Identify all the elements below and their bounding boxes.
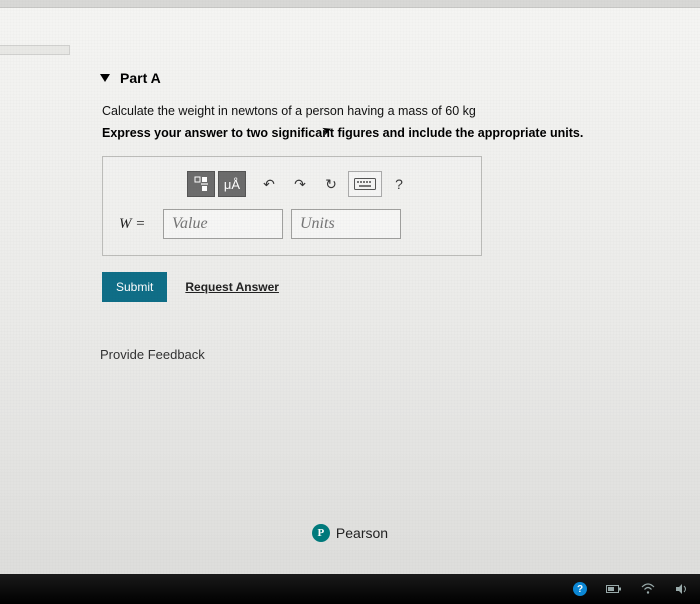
pearson-name: Pearson bbox=[336, 525, 388, 541]
part-header[interactable]: Part A bbox=[100, 70, 650, 86]
answer-box: μÅ ↶ ↷ ↻ ? W = bbox=[102, 156, 482, 256]
units-input[interactable] bbox=[291, 209, 401, 239]
left-panel-stub bbox=[0, 45, 70, 55]
reset-button[interactable]: ↻ bbox=[317, 171, 345, 197]
help-button[interactable]: ? bbox=[385, 171, 413, 197]
collapse-caret-icon[interactable] bbox=[100, 74, 110, 82]
special-chars-button[interactable]: μÅ bbox=[218, 171, 246, 197]
part-title: Part A bbox=[120, 70, 161, 86]
redo-button[interactable]: ↷ bbox=[286, 171, 314, 197]
value-input[interactable] bbox=[163, 209, 283, 239]
provide-feedback-link[interactable]: Provide Feedback bbox=[100, 347, 650, 362]
taskbar-battery-icon[interactable] bbox=[606, 581, 622, 597]
footer-brand: P Pearson bbox=[0, 524, 700, 542]
pearson-badge-icon: P bbox=[312, 524, 330, 542]
taskbar-sound-icon[interactable] bbox=[674, 581, 690, 597]
variable-label: W = bbox=[119, 216, 155, 233]
submit-button[interactable]: Submit bbox=[102, 272, 167, 302]
taskbar: ? bbox=[0, 574, 700, 604]
request-answer-link[interactable]: Request Answer bbox=[185, 280, 279, 294]
taskbar-wifi-icon[interactable] bbox=[640, 581, 656, 597]
fraction-template-button[interactable] bbox=[187, 171, 215, 197]
taskbar-help-icon[interactable]: ? bbox=[572, 581, 588, 597]
equation-toolbar: μÅ ↶ ↷ ↻ ? bbox=[187, 171, 465, 197]
keyboard-button[interactable] bbox=[348, 171, 382, 197]
instructions-text: Express your answer to two significant f… bbox=[102, 126, 650, 140]
question-text: Calculate the weight in newtons of a per… bbox=[102, 104, 650, 118]
undo-button[interactable]: ↶ bbox=[255, 171, 283, 197]
